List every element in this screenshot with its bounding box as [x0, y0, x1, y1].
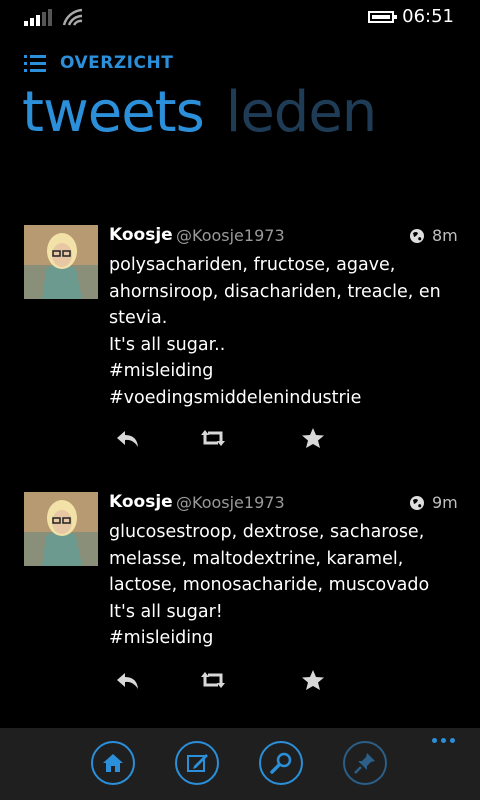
- globe-icon: [409, 495, 425, 511]
- tweet-text-line: stevia.: [109, 308, 168, 329]
- battery-icon: [368, 11, 397, 23]
- avatar[interactable]: [24, 225, 98, 299]
- tweet-time: 9m: [432, 493, 458, 512]
- wifi-icon: [62, 8, 86, 26]
- status-time: 06:51: [402, 6, 454, 27]
- home-button[interactable]: [91, 741, 135, 785]
- hashtag-link[interactable]: #misleiding: [109, 358, 469, 385]
- pin-button[interactable]: [343, 741, 387, 785]
- list-icon: [24, 55, 46, 73]
- search-icon: [270, 752, 292, 774]
- app-bar: [0, 728, 480, 800]
- retweet-icon[interactable]: [200, 669, 226, 691]
- tweet-actions: [0, 427, 480, 451]
- compose-icon: [187, 754, 208, 772]
- tweet-time: 8m: [432, 226, 458, 245]
- tweet-author-handle: @Koosje1973: [176, 493, 285, 512]
- retweet-icon[interactable]: [200, 427, 226, 449]
- hashtag-link[interactable]: #misleiding: [109, 625, 469, 652]
- tweet-text-line: melasse, maltodextrine, karamel,: [109, 548, 404, 569]
- tweet-item[interactable]: Koosje @Koosje1973 8m polysachariden, fr…: [0, 225, 480, 455]
- more-icon[interactable]: [432, 738, 456, 744]
- tweet-text-line: lactose, monosacharide, muscovado: [109, 575, 430, 596]
- reply-icon[interactable]: [115, 427, 141, 449]
- tweet-text-line: glucosestroop, dextrose, sacharose,: [109, 522, 425, 542]
- favorite-icon[interactable]: [300, 427, 326, 449]
- favorite-icon[interactable]: [300, 669, 326, 691]
- home-icon: [103, 754, 123, 772]
- signal-icon: [24, 8, 54, 26]
- hashtag-link[interactable]: #voedingsmiddelenindustrie: [109, 385, 469, 412]
- tweet-text-line: ahornsiroop, disachariden, treacle, en: [109, 281, 441, 302]
- tweet-item[interactable]: Koosje @Koosje1973 9m glucosestroop, dex…: [0, 492, 480, 702]
- tweet-text-line: It's all sugar!: [109, 601, 223, 622]
- tweet-author-name[interactable]: Koosje: [109, 225, 173, 245]
- tab-tweets[interactable]: tweets: [22, 80, 205, 145]
- pin-icon: [354, 753, 375, 774]
- tweet-text: polysachariden, fructose, agave, ahornsi…: [109, 252, 469, 412]
- tweet-text: glucosestroop, dextrose, sacharose, mela…: [109, 519, 469, 652]
- tweet-author-handle: @Koosje1973: [176, 226, 285, 245]
- pivot-header: tweets leden: [22, 80, 378, 160]
- tweet-text-line: It's all sugar..: [109, 334, 226, 355]
- reply-icon[interactable]: [115, 669, 141, 691]
- tweet-actions: [0, 669, 480, 693]
- compose-button[interactable]: [175, 741, 219, 785]
- section-label: OVERZICHT: [60, 53, 174, 73]
- search-button[interactable]: [259, 741, 303, 785]
- avatar[interactable]: [24, 492, 98, 566]
- tweet-text-line: polysachariden, fructose, agave,: [109, 255, 396, 275]
- globe-icon: [409, 228, 425, 244]
- tweet-author-name[interactable]: Koosje: [109, 492, 173, 512]
- status-bar: 06:51: [0, 0, 480, 34]
- tab-leden[interactable]: leden: [226, 80, 378, 145]
